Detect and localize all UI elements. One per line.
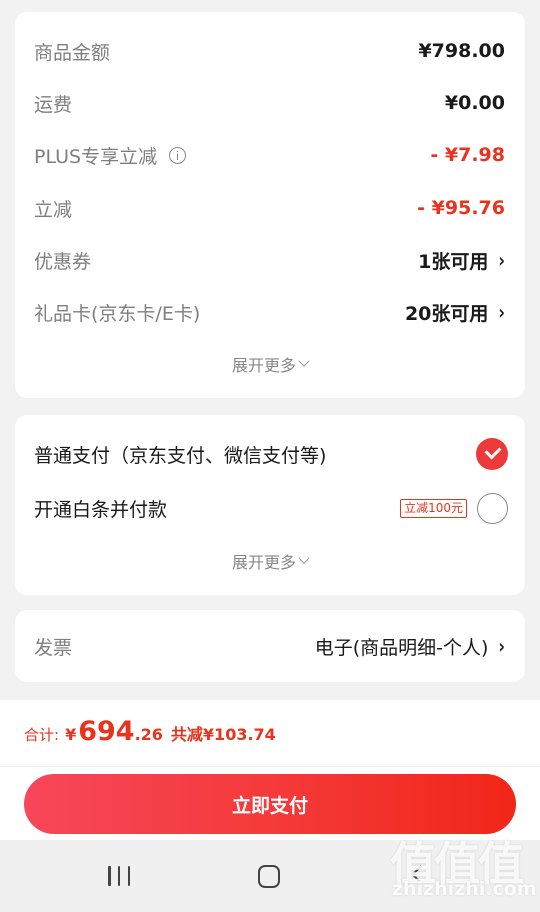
- pay-now-button[interactable]: 立即支付: [24, 774, 516, 834]
- plus-discount-row: PLUS专享立减 - ¥7.98: [15, 140, 525, 170]
- watermark-text: zhizhizhi.com: [392, 878, 537, 900]
- goods-amount-value: ¥798.00: [418, 40, 505, 62]
- shipping-value: ¥0.00: [444, 92, 505, 114]
- payment-option-normal-label: 普通支付（京东支付、微信支付等): [34, 444, 327, 467]
- instant-discount-value: - ¥95.76: [417, 197, 505, 219]
- chevron-right-icon: ›: [498, 634, 505, 658]
- total-amount-int: 694: [78, 716, 135, 747]
- payment-method-card: 普通支付（京东支付、微信支付等) 开通白条并付款 立减100元 展开更多: [15, 415, 525, 595]
- instant-discount-row: 立减 - ¥95.76: [15, 193, 525, 223]
- expand-more-summary[interactable]: 展开更多: [15, 352, 525, 376]
- radio-unchecked-icon[interactable]: [477, 492, 508, 524]
- chevron-down-icon: [298, 552, 310, 564]
- coupon-value: 1张可用: [418, 250, 489, 273]
- shipping-row: 运费 ¥0.00: [15, 88, 525, 118]
- plus-discount-value: - ¥7.98: [430, 144, 505, 166]
- instant-discount-label: 立减: [34, 198, 73, 221]
- coupon-label: 优惠券: [34, 250, 92, 273]
- gift-card-label: 礼品卡(京东卡/E卡): [34, 302, 201, 325]
- invoice-row[interactable]: 发票 电子(商品明细-个人) ›: [15, 631, 525, 661]
- coupon-value-wrap: 1张可用 ›: [418, 247, 505, 274]
- expand-more-payment[interactable]: 展开更多: [15, 549, 525, 573]
- goods-amount-label: 商品金额: [34, 41, 111, 64]
- payment-option-baitiao-right: 立减100元: [400, 492, 508, 524]
- plus-discount-label-wrap: PLUS专享立减: [34, 142, 187, 169]
- checkout-bar: 合计: ¥ 694 .26 共减¥103.74 立即支付: [0, 700, 540, 840]
- chevron-down-icon: [298, 355, 310, 367]
- chevron-right-icon: ›: [498, 300, 505, 324]
- total-currency: ¥: [65, 725, 77, 744]
- total-label: 合计:: [24, 726, 60, 744]
- expand-more-label: 展开更多: [231, 553, 296, 572]
- payment-option-normal[interactable]: 普通支付（京东支付、微信支付等): [15, 436, 525, 472]
- coupon-row[interactable]: 优惠券 1张可用 ›: [15, 245, 525, 275]
- info-icon[interactable]: [169, 146, 187, 164]
- invoice-value-wrap: 电子(商品明细-个人) ›: [315, 633, 505, 660]
- promo-badge: 立减100元: [400, 498, 467, 518]
- gift-card-value-wrap: 20张可用 ›: [405, 299, 505, 326]
- plus-discount-label: PLUS专享立减: [34, 145, 158, 168]
- chevron-right-icon: ›: [498, 248, 505, 272]
- total-saving: 共减¥103.74: [170, 725, 276, 744]
- invoice-label: 发票: [34, 636, 73, 659]
- total-amount-dec: .26: [134, 725, 163, 744]
- payment-option-baitiao[interactable]: 开通白条并付款 立减100元: [15, 490, 525, 526]
- shipping-label: 运费: [34, 93, 73, 116]
- watermark-logo: 值值值: [390, 837, 524, 891]
- order-summary-card: 商品金额 ¥798.00 运费 ¥0.00 PLUS专享立减 - ¥7.98 立…: [15, 12, 525, 398]
- total-line: 合计: ¥ 694 .26 共减¥103.74: [24, 716, 276, 747]
- watermark: 值值值 zhizhizhi.com: [390, 828, 537, 910]
- divider: [0, 766, 540, 767]
- invoice-value: 电子(商品明细-个人): [314, 636, 489, 659]
- checkmark-icon[interactable]: [476, 438, 508, 470]
- gift-card-value: 20张可用: [404, 302, 489, 325]
- gift-card-row[interactable]: 礼品卡(京东卡/E卡) 20张可用 ›: [15, 297, 525, 327]
- payment-option-baitiao-label: 开通白条并付款: [34, 498, 168, 521]
- invoice-card[interactable]: 发票 电子(商品明细-个人) ›: [15, 610, 525, 682]
- goods-amount-row: 商品金额 ¥798.00: [15, 36, 525, 66]
- recent-apps-icon[interactable]: [108, 866, 130, 886]
- expand-more-label: 展开更多: [231, 356, 296, 375]
- home-icon[interactable]: [258, 865, 280, 888]
